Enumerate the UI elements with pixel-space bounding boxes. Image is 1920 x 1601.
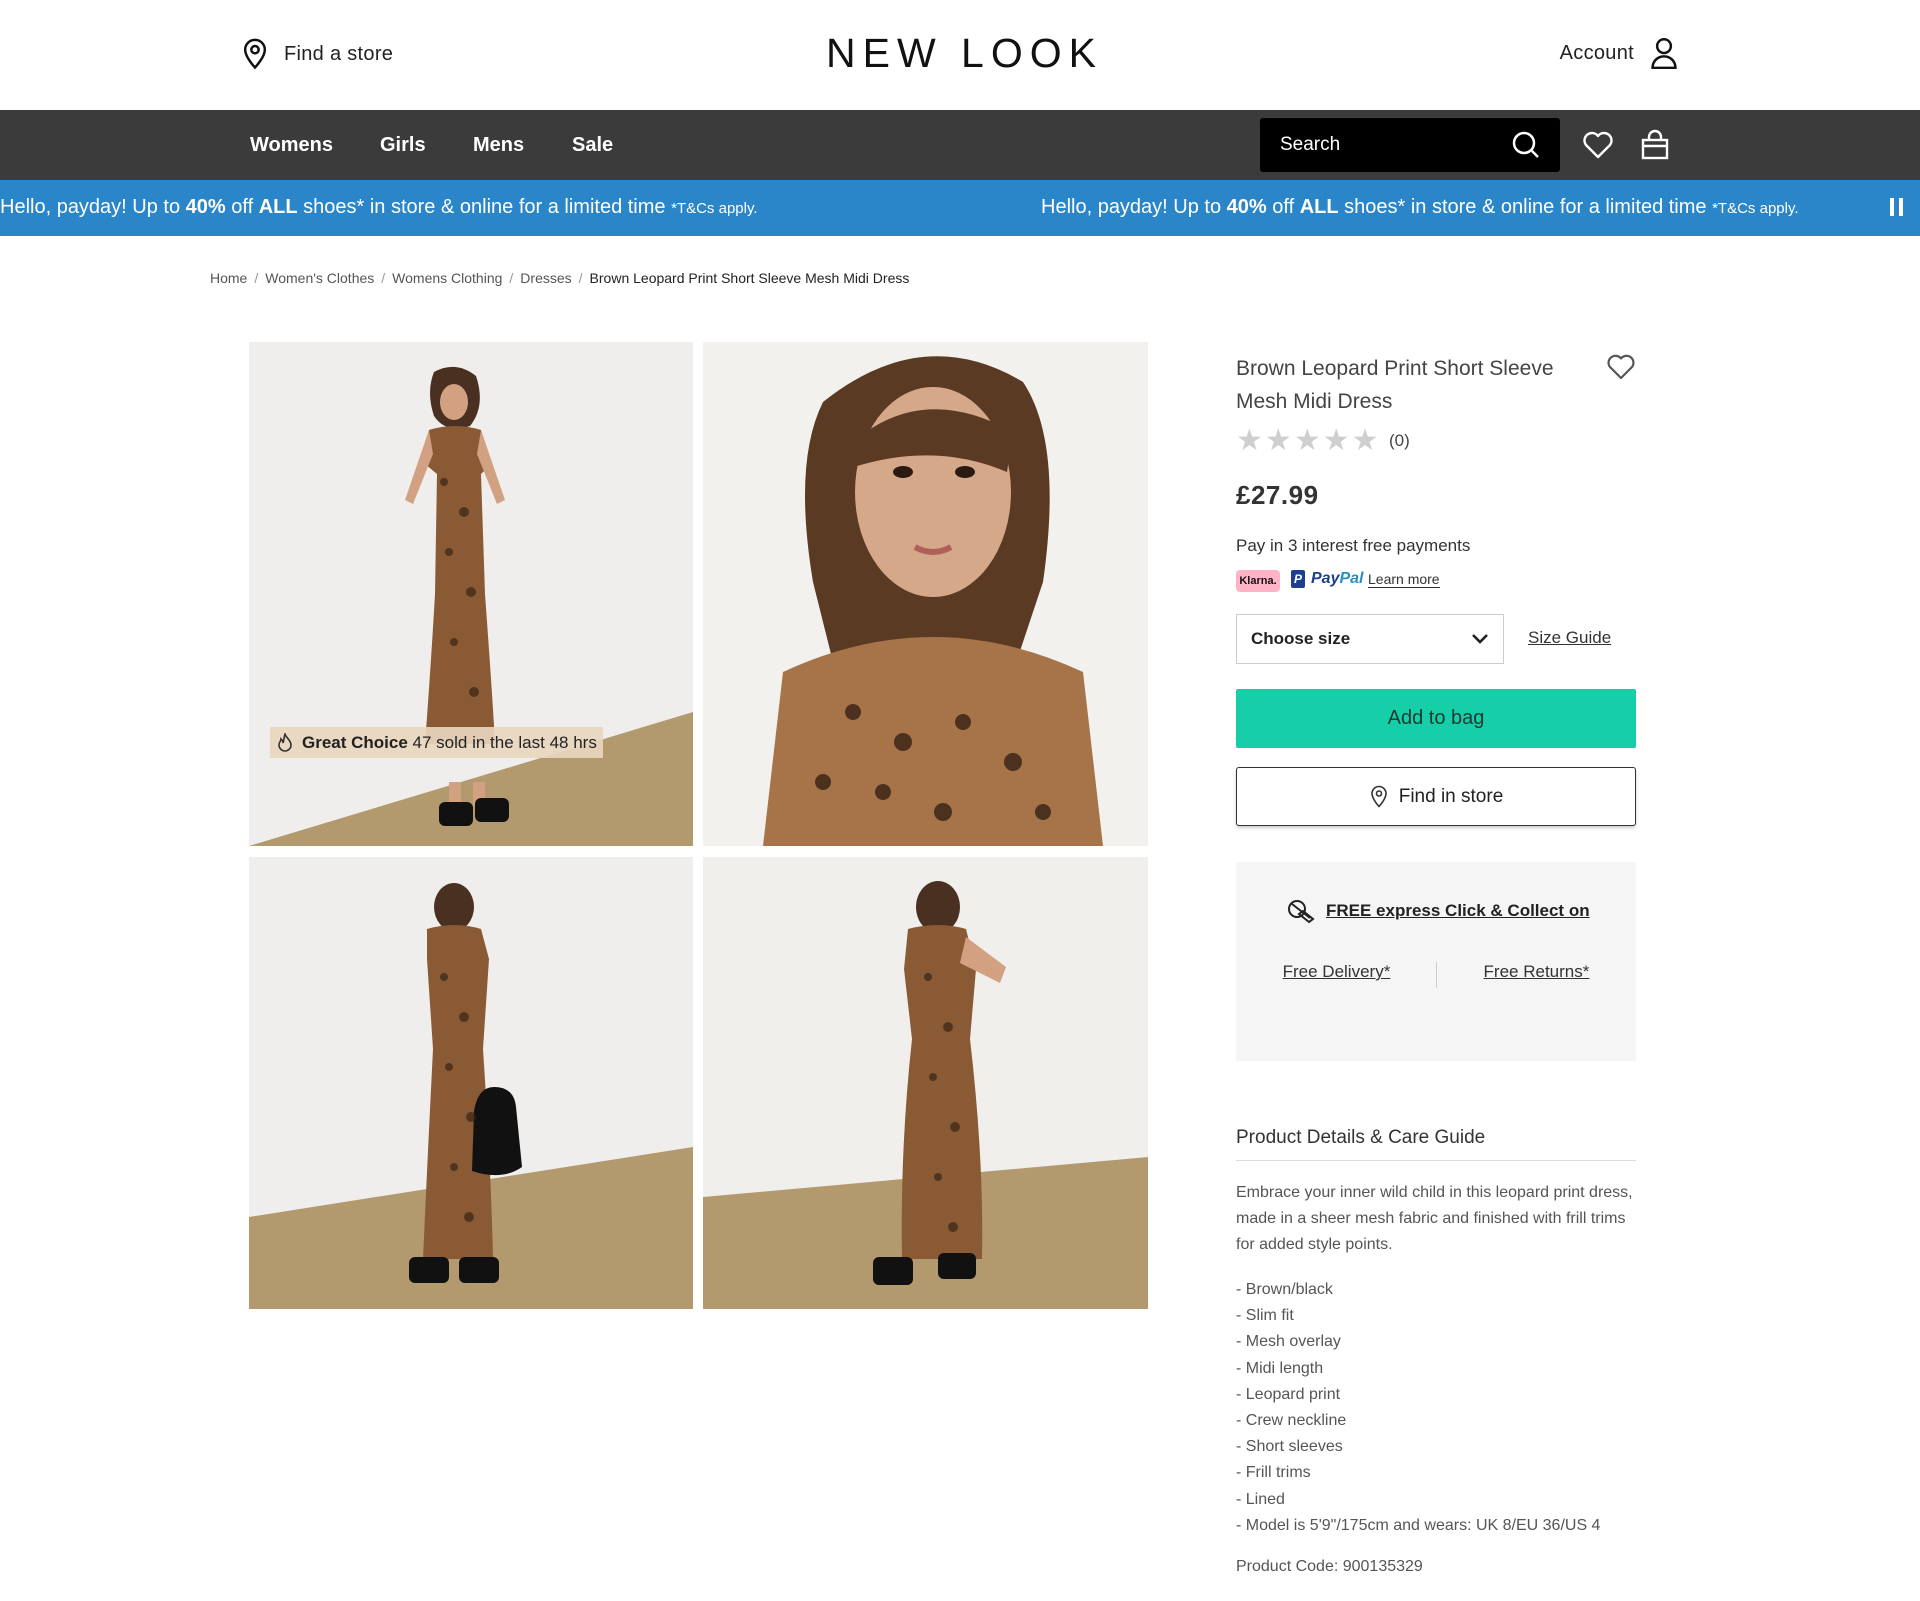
shopping-bag-icon[interactable] bbox=[1639, 129, 1671, 161]
promo-all: ALL bbox=[258, 196, 298, 218]
star-icon: ★ bbox=[1293, 424, 1321, 457]
promo-discount: 40% bbox=[185, 196, 226, 218]
list-item: - Model is 5'9"/175cm and wears: UK 8/EU… bbox=[1236, 1516, 1601, 1534]
breadcrumb-current: Brown Leopard Print Short Sleeve Mesh Mi… bbox=[589, 270, 910, 286]
great-choice-badge: Great Choice 47 sold in the last 48 hrs bbox=[270, 727, 603, 758]
account-link[interactable]: Account bbox=[1560, 37, 1678, 69]
sold-count-text: 47 sold in the last 48 hrs bbox=[407, 732, 597, 752]
find-a-store-label: Find a store bbox=[284, 42, 394, 65]
promo-text-part: Hello, payday! Up to bbox=[0, 196, 186, 218]
divider bbox=[1236, 1160, 1636, 1161]
size-select[interactable]: Choose size bbox=[1236, 614, 1504, 664]
delivery-info-box: FREE express Click & Collect on Free Del… bbox=[1236, 862, 1636, 1061]
product-image-1[interactable] bbox=[249, 342, 693, 846]
main-nav: Womens Girls Mens Sale Search bbox=[0, 110, 1920, 180]
free-delivery-link[interactable]: Free Delivery* bbox=[1283, 962, 1391, 982]
account-label: Account bbox=[1559, 41, 1634, 64]
product-price: £27.99 bbox=[1236, 480, 1319, 510]
promo-text-part: off bbox=[1266, 196, 1300, 218]
add-to-bag-button[interactable]: Add to bag bbox=[1236, 689, 1636, 748]
paypal-pal: Pal bbox=[1339, 570, 1364, 587]
star-icon: ★ bbox=[1236, 424, 1263, 457]
star-icon: ★ bbox=[1351, 424, 1379, 457]
breadcrumb-separator: / bbox=[509, 270, 514, 286]
list-item: - Crew neckline bbox=[1236, 1412, 1347, 1430]
list-item: - Frill trims bbox=[1236, 1464, 1311, 1482]
breadcrumb-womens-clothes[interactable]: Women's Clothes bbox=[265, 270, 374, 286]
breadcrumb-separator: / bbox=[381, 270, 386, 286]
search-icon[interactable] bbox=[1512, 131, 1540, 159]
breadcrumb-womens-clothing[interactable]: Womens Clothing bbox=[392, 270, 502, 286]
nav-item-sale[interactable]: Sale bbox=[572, 134, 613, 157]
find-a-store-link[interactable]: Find a store bbox=[240, 38, 393, 70]
flame-icon bbox=[278, 732, 292, 752]
product-image-3[interactable] bbox=[249, 857, 693, 1309]
list-item: - Brown/black bbox=[1236, 1281, 1333, 1298]
klarna-logo: Klarna. bbox=[1236, 570, 1280, 592]
heart-icon[interactable] bbox=[1582, 129, 1614, 161]
new-look-logo[interactable]: NEW LOOK bbox=[826, 30, 1096, 77]
promo-message: Hello, payday! Up to 40% off ALL shoes* … bbox=[1041, 196, 1799, 219]
star-icon: ★ bbox=[1322, 424, 1350, 457]
paypal-icon: P bbox=[1291, 570, 1305, 588]
size-select-value: Choose size bbox=[1251, 629, 1351, 648]
promo-text-part: off bbox=[225, 196, 259, 218]
list-item: - Short sleeves bbox=[1236, 1438, 1343, 1456]
list-item: - Leopard print bbox=[1236, 1385, 1341, 1403]
product-code: Product Code: 900135329 bbox=[1236, 1558, 1423, 1575]
size-guide-link[interactable]: Size Guide bbox=[1528, 628, 1611, 648]
nav-item-womens[interactable]: Womens bbox=[250, 134, 333, 157]
paypal-pay: Pay bbox=[1311, 570, 1340, 587]
review-count[interactable]: (0) bbox=[1389, 431, 1410, 451]
divider bbox=[1436, 962, 1437, 988]
promo-text-part: Hello, payday! Up to bbox=[1041, 196, 1227, 218]
paypal-logo: P PayPal bbox=[1291, 570, 1363, 588]
wishlist-heart-icon[interactable] bbox=[1606, 352, 1636, 382]
search-placeholder: Search bbox=[1280, 134, 1341, 155]
find-in-store-label: Find in store bbox=[1398, 785, 1504, 807]
promo-terms: *T&Cs apply. bbox=[671, 200, 758, 217]
promo-text-part: shoes* in store & online for a limited t… bbox=[1338, 196, 1713, 218]
top-header: Find a store NEW LOOK Account bbox=[0, 0, 1920, 110]
click-collect-promo[interactable]: FREE express Click & Collect on bbox=[1286, 898, 1590, 924]
search-input[interactable]: Search bbox=[1260, 118, 1560, 172]
location-pin-icon bbox=[243, 38, 267, 70]
delivery-tag-icon bbox=[1288, 900, 1315, 924]
product-description: Embrace your inner wild child in this le… bbox=[1236, 1184, 1633, 1253]
learn-more-link[interactable]: Learn more bbox=[1368, 571, 1440, 588]
click-collect-text: FREE express Click & Collect on bbox=[1326, 901, 1590, 920]
chevron-down-icon bbox=[1472, 634, 1488, 644]
list-item: - Mesh overlay bbox=[1236, 1333, 1341, 1351]
location-pin-icon bbox=[1370, 785, 1387, 808]
promo-message: Hello, payday! Up to 40% off ALL shoes* … bbox=[0, 196, 758, 219]
promo-banner[interactable]: Hello, payday! Up to 40% off ALL shoes* … bbox=[0, 180, 1920, 236]
breadcrumb-home[interactable]: Home bbox=[210, 270, 247, 286]
feature-list: - Brown/black - Slim fit - Mesh overlay … bbox=[1236, 1277, 1600, 1539]
product-image-4[interactable] bbox=[703, 857, 1148, 1309]
free-returns-link[interactable]: Free Returns* bbox=[1484, 962, 1590, 982]
list-item: - Lined bbox=[1236, 1490, 1285, 1508]
star-icon: ★ bbox=[1264, 424, 1292, 457]
pay-in-3-text: Pay in 3 interest free payments bbox=[1236, 536, 1471, 555]
product-image-2[interactable] bbox=[703, 342, 1148, 846]
list-item: - Slim fit bbox=[1236, 1307, 1294, 1325]
product-title: Brown Leopard Print Short Sleeve Mesh Mi… bbox=[1236, 357, 1554, 413]
promo-discount: 40% bbox=[1226, 196, 1267, 218]
promo-terms: *T&Cs apply. bbox=[1712, 200, 1799, 217]
pause-icon[interactable] bbox=[1890, 198, 1906, 218]
nav-item-girls[interactable]: Girls bbox=[380, 134, 426, 157]
breadcrumb: Home / Women's Clothes / Womens Clothing / … bbox=[210, 270, 909, 286]
breadcrumb-separator: / bbox=[578, 270, 583, 286]
find-in-store-button[interactable]: Find in store bbox=[1236, 767, 1636, 826]
promo-text-part: shoes* in store & online for a limited t… bbox=[297, 196, 672, 218]
breadcrumb-dresses[interactable]: Dresses bbox=[520, 270, 571, 286]
breadcrumb-separator: / bbox=[254, 270, 259, 286]
product-details-heading[interactable]: Product Details & Care Guide bbox=[1236, 1127, 1485, 1149]
great-choice-label: Great Choice bbox=[302, 732, 408, 752]
rating-stars[interactable]: ★ ★ ★ ★ ★ bbox=[1236, 426, 1379, 456]
list-item: - Midi length bbox=[1236, 1359, 1324, 1377]
nav-item-mens[interactable]: Mens bbox=[473, 134, 524, 157]
promo-all: ALL bbox=[1299, 196, 1339, 218]
user-icon bbox=[1651, 38, 1677, 69]
